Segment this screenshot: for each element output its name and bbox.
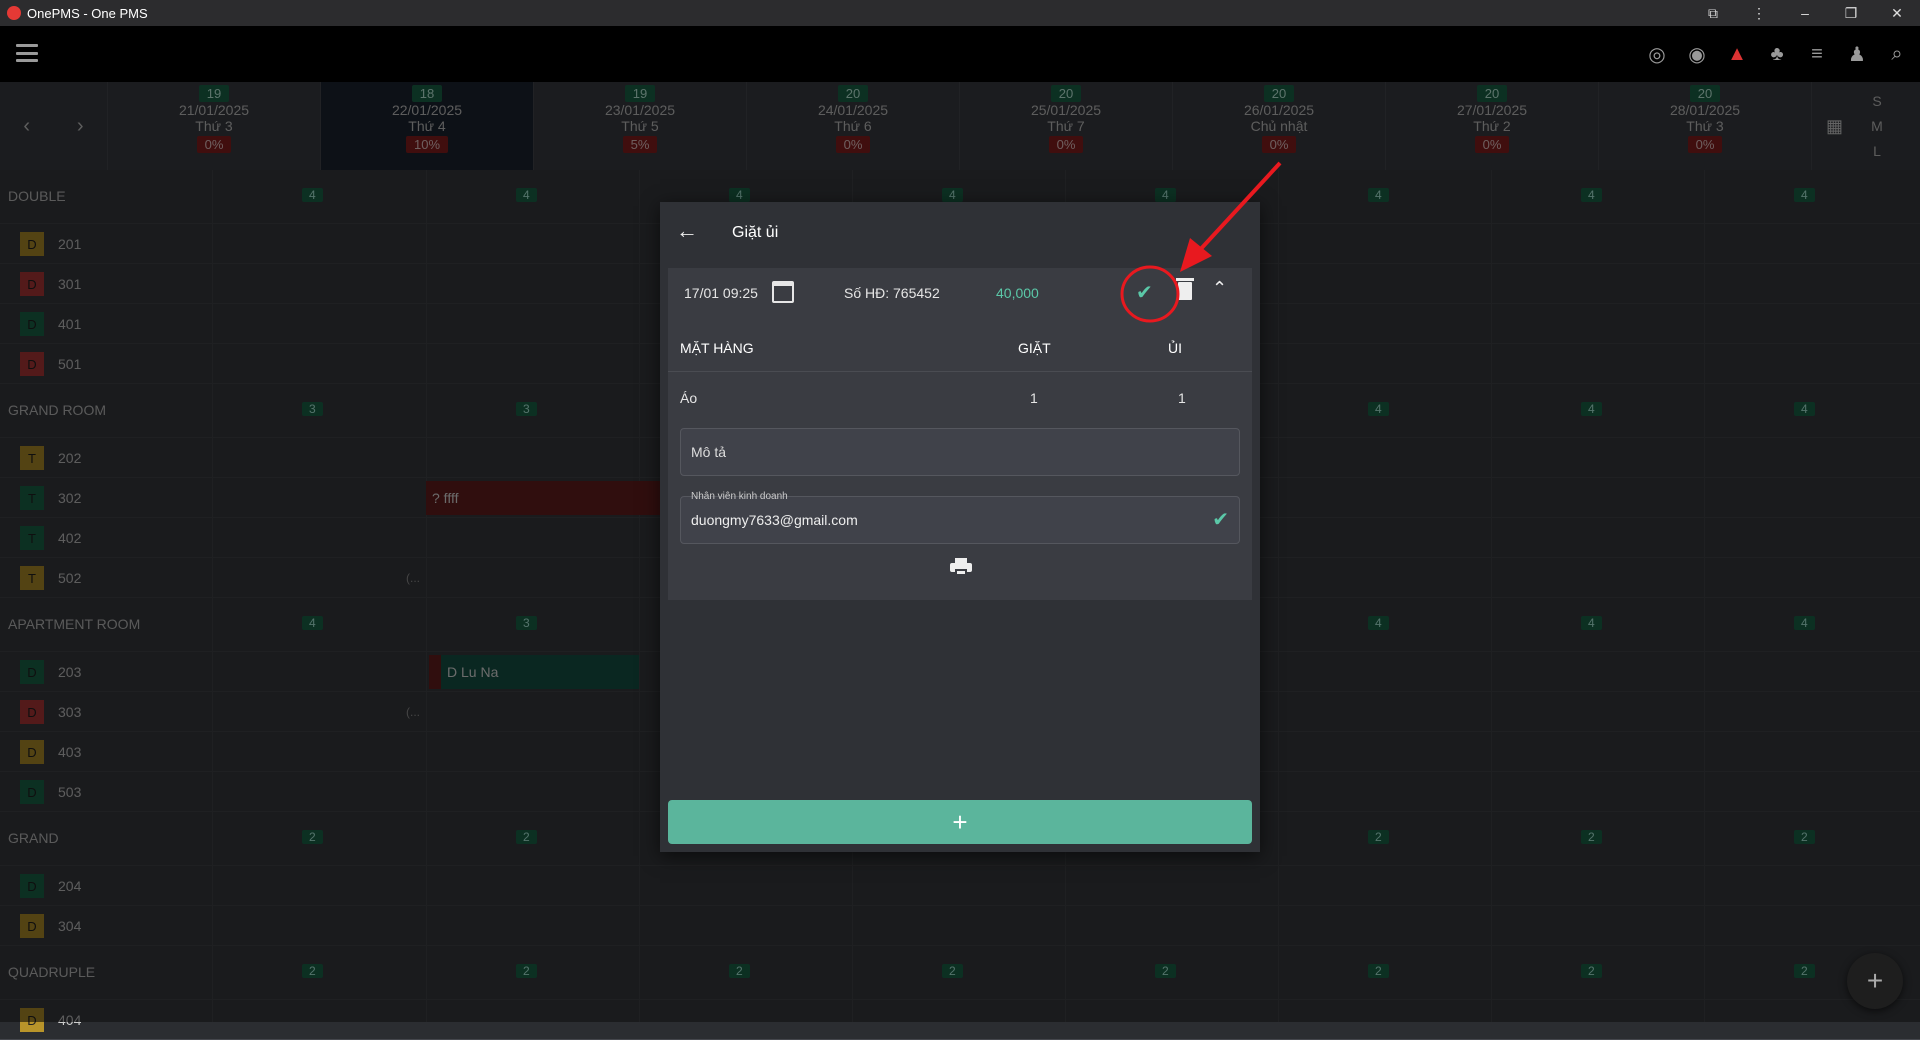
window-titlebar: OnePMS - One PMS ⧉ ⋮ – ❐ ✕ xyxy=(0,0,1920,26)
collapse-chevron-icon[interactable]: ⌃ xyxy=(1212,278,1227,299)
order-date: 17/01 09:25 xyxy=(684,285,758,301)
list-icon[interactable]: ≡ xyxy=(1802,40,1832,68)
invoice-number: Số HĐ: 765452 xyxy=(844,285,940,301)
sales-staff-value: duongmy7633@gmail.com xyxy=(691,512,858,528)
laundry-order-card: 17/01 09:25 Số HĐ: 765452 40,000 ✔ ⌃ MẶT… xyxy=(668,268,1252,600)
calendar-icon[interactable] xyxy=(772,281,794,303)
user-add-icon[interactable]: ♟ xyxy=(1842,40,1872,68)
column-iron: ỦI xyxy=(1168,340,1182,356)
dialog-title: Giặt ủi xyxy=(732,224,779,241)
delete-icon[interactable] xyxy=(1176,278,1194,300)
item-iron-qty: 1 xyxy=(1178,390,1186,406)
eye-icon[interactable]: ◉ xyxy=(1682,40,1712,68)
timer-icon[interactable]: ◎ xyxy=(1642,40,1672,68)
dialog-header: ← Giặt ủi xyxy=(660,202,1260,262)
order-summary: 17/01 09:25 Số HĐ: 765452 40,000 ✔ ⌃ xyxy=(668,268,1252,322)
column-item: MẶT HÀNG xyxy=(680,340,754,356)
more-options-icon[interactable]: ⋮ xyxy=(1736,0,1782,26)
confirm-check-icon[interactable]: ✔ xyxy=(1136,280,1153,305)
back-arrow-icon[interactable]: ← xyxy=(676,218,698,244)
sales-staff-label: Nhân viên kinh doanh xyxy=(691,491,788,502)
item-wash-qty: 1 xyxy=(1030,390,1038,406)
table-row: Áo 1 1 xyxy=(668,372,1252,422)
description-field[interactable]: Mô tả xyxy=(680,428,1240,476)
window-title: OnePMS - One PMS xyxy=(27,5,148,21)
minimize-button[interactable]: – xyxy=(1782,0,1828,26)
add-item-button[interactable]: + xyxy=(668,800,1252,844)
order-amount: 40,000 xyxy=(996,285,1039,301)
bell-icon[interactable]: ♣ xyxy=(1762,40,1792,68)
items-table-header: MẶT HÀNG GIẶT ỦI xyxy=(668,322,1252,372)
floating-add-button[interactable]: + xyxy=(1847,953,1903,1009)
warning-icon[interactable]: ▲ xyxy=(1722,40,1752,68)
laundry-dialog: ← Giặt ủi 17/01 09:25 Số HĐ: 765452 40,0… xyxy=(660,202,1260,852)
staff-check-icon: ✔ xyxy=(1212,509,1229,531)
extension-icon[interactable]: ⧉ xyxy=(1690,0,1736,26)
app-logo-icon xyxy=(7,6,21,20)
print-icon[interactable] xyxy=(950,558,972,576)
close-window-button[interactable]: ✕ xyxy=(1874,0,1920,26)
item-name: Áo xyxy=(680,390,698,406)
search-icon[interactable]: ⌕ xyxy=(1882,40,1912,68)
maximize-button[interactable]: ❐ xyxy=(1828,0,1874,26)
column-wash: GIẶT xyxy=(1018,340,1051,356)
hamburger-menu-icon[interactable] xyxy=(16,44,38,62)
app-toolbar: ◎ ◉ ▲ ♣ ≡ ♟ ⌕ xyxy=(0,26,1920,82)
sales-staff-field[interactable]: Nhân viên kinh doanh duongmy7633@gmail.c… xyxy=(680,491,1240,544)
